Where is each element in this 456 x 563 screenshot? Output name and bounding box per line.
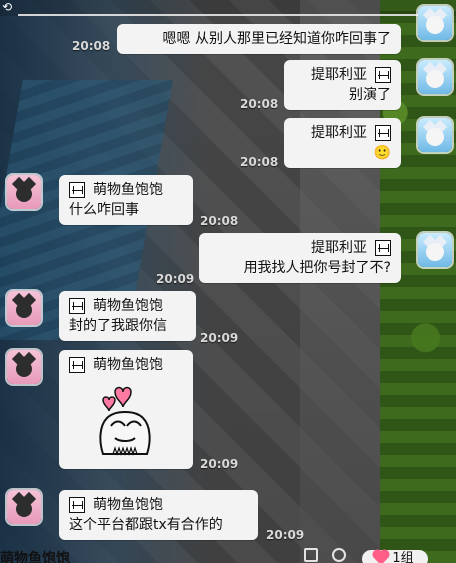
sender-line: 萌物鱼饱饱 [69,296,186,316]
gift-count-pill[interactable]: 1组 [362,550,428,563]
message-text: 这个平台都跟tx有合作的 [69,517,223,533]
message-text: 封的了我跟你信 [69,318,167,334]
avatar[interactable] [418,60,452,94]
badge-icon [69,357,85,373]
message-time: 20:08 [240,155,279,169]
message-bubble-3: 提耶利亚 🙂 [284,118,401,168]
avatar[interactable] [418,6,452,40]
blushing-ghost-sticker [99,386,151,456]
message-time: 20:09 [200,331,239,345]
message-bubble-2: 提耶利亚 别演了 [284,60,401,110]
badge-icon [375,240,391,256]
badge-icon [69,497,85,513]
top-bar: ⟲ [0,0,456,16]
sender-line: 萌物鱼饱饱 [69,355,183,375]
top-divider-line [18,14,438,16]
sender-name: 提耶利亚 [311,240,367,256]
avatar[interactable] [7,291,41,325]
message-time: 20:09 [156,272,195,286]
bottom-user-name: 萌物鱼饱饱 [0,551,70,563]
avatar[interactable] [7,175,41,209]
message-text: 嗯嗯 从别人那里已经知道你咋回事了 [162,31,391,47]
sender-name: 提耶利亚 [311,67,367,83]
gift-count: 1组 [392,551,414,563]
square-icon[interactable] [304,548,318,562]
avatar[interactable] [418,233,452,267]
sender-name: 萌物鱼饱饱 [93,497,163,513]
message-time: 20:08 [240,97,279,111]
message-bubble-8: 萌物鱼饱饱 这个平台都跟tx有合作的 [59,490,258,540]
sender-name: 提耶利亚 [311,125,367,141]
message-text: 别演了 [349,87,391,103]
message-time: 20:08 [200,214,239,228]
message-bubble-4: 萌物鱼饱饱 什么咋回事 [59,175,193,225]
badge-icon [375,67,391,83]
badge-icon [375,125,391,141]
message-text: 用我找人把你号封了不? [243,260,391,276]
message-bubble-5: 提耶利亚 用我找人把你号封了不? [199,233,401,283]
message-bubble-1: 嗯嗯 从别人那里已经知道你咋回事了 [117,24,401,54]
message-bubble-6: 萌物鱼饱饱 封的了我跟你信 [59,291,196,341]
pin-icon[interactable] [332,548,346,562]
badge-icon [69,298,85,314]
heart-icon [374,550,389,563]
chat-screen: ⟲ { "chat": { "messages": [ { "side": "r… [0,0,456,563]
sender-line: 提耶利亚 [209,238,391,258]
message-time: 20:08 [72,39,111,53]
message-bubble-7: 萌物鱼饱饱 [59,350,193,469]
message-text: 什么咋回事 [69,202,139,218]
badge-icon [69,182,85,198]
avatar[interactable] [418,118,452,152]
sender-line: 提耶利亚 [294,65,391,85]
sender-name: 萌物鱼饱饱 [93,182,163,198]
sender-name: 萌物鱼饱饱 [93,298,163,314]
sender-name: 萌物鱼饱饱 [93,357,163,373]
emoji: 🙂 [373,145,391,161]
sender-line: 萌物鱼饱饱 [69,180,183,200]
sender-line: 提耶利亚 [294,123,391,143]
avatar[interactable] [7,350,41,384]
message-time: 20:09 [266,528,305,542]
message-time: 20:09 [200,457,239,471]
avatar[interactable] [7,490,41,524]
sender-line: 萌物鱼饱饱 [69,495,248,515]
back-icon[interactable]: ⟲ [2,0,28,16]
